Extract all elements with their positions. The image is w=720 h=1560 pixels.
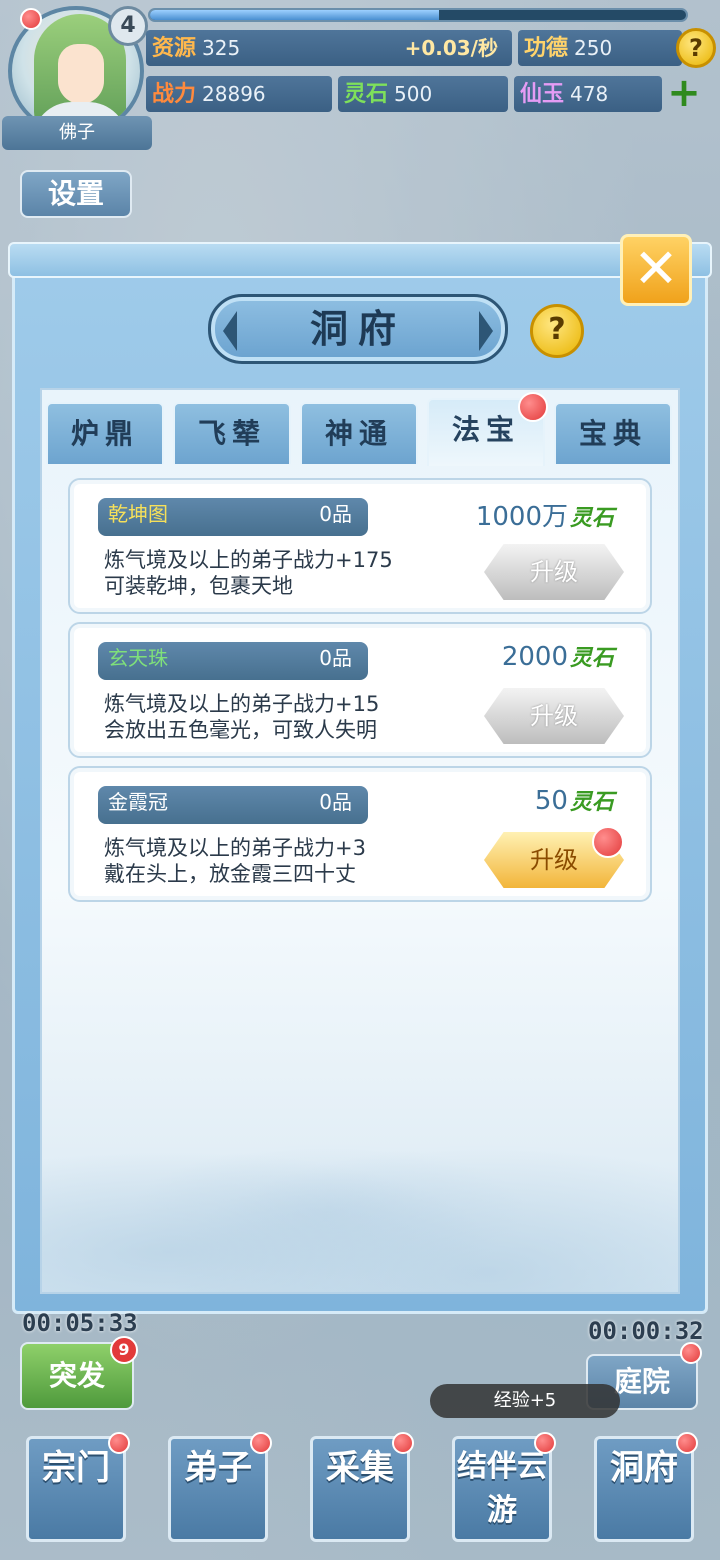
item-name-bar: 金霞冠 0品 bbox=[98, 786, 368, 824]
dialog-top-rail bbox=[8, 242, 712, 278]
item-name-bar: 玄天珠 0品 bbox=[98, 642, 368, 680]
item-description: 可装乾坤，包裹天地 bbox=[104, 574, 293, 598]
exp-bar bbox=[148, 8, 688, 22]
help-icon[interactable]: ? bbox=[676, 28, 716, 68]
courtyard-notification-dot bbox=[680, 1342, 702, 1364]
list-item: 乾坤图 0品 炼气境及以上的弟子战力+175 可装乾坤，包裹天地 1000万灵石… bbox=[68, 478, 652, 614]
top-hud: 4 佛子 资源 325 +0.03/秒 功德 250 ? 战力 28896 灵石 500… bbox=[0, 0, 720, 160]
close-button[interactable]: ✕ bbox=[620, 234, 692, 306]
spirit-stone-unit: 灵石 bbox=[569, 506, 614, 531]
dialog-tabs: 炉鼎 飞辇 神通 法宝 宝典 bbox=[46, 392, 672, 466]
player-name: 佛子 bbox=[2, 116, 152, 150]
item-grade: 0品 bbox=[319, 502, 352, 526]
power-value: 28896 bbox=[202, 82, 266, 106]
nav-travel-dot bbox=[534, 1432, 556, 1454]
merit-stat: 功德 250 bbox=[518, 30, 682, 66]
upgrade-button[interactable]: 升级 bbox=[484, 544, 624, 600]
cloud-decoration bbox=[42, 1092, 678, 1292]
nav-disciples-button[interactable]: 弟子 bbox=[168, 1436, 268, 1542]
tab-divine-power[interactable]: 神通 bbox=[300, 402, 418, 464]
list-item: 金霞冠 0品 炼气境及以上的弟子战力+3 戴在头上，放金霞三四十丈 50灵石 升… bbox=[68, 766, 652, 902]
tab-notification-dot bbox=[518, 392, 548, 422]
item-description: 会放出五色毫光，可致人失明 bbox=[104, 718, 377, 742]
exp-bar-fill bbox=[150, 10, 440, 20]
item-name-bar: 乾坤图 0品 bbox=[98, 498, 368, 536]
merit-value: 250 bbox=[574, 36, 613, 60]
jade-stat: 仙玉 478 bbox=[514, 76, 662, 112]
item-name: 金霞冠 bbox=[108, 790, 168, 814]
item-description: 戴在头上，放金霞三四十丈 bbox=[104, 862, 356, 886]
level-badge: 4 bbox=[108, 6, 148, 46]
upgrade-button[interactable]: 升级 bbox=[484, 688, 624, 744]
nav-disciples-dot bbox=[250, 1432, 272, 1454]
merit-label: 功德 bbox=[524, 36, 569, 61]
item-name: 玄天珠 bbox=[108, 646, 168, 670]
resources-stat: 资源 325 +0.03/秒 bbox=[146, 30, 512, 66]
nav-gather-button[interactable]: 采集 bbox=[310, 1436, 410, 1542]
resources-value: 325 bbox=[202, 36, 241, 60]
add-jade-plus-icon[interactable]: + bbox=[666, 73, 702, 113]
nav-sect-button[interactable]: 宗门 bbox=[26, 1436, 126, 1542]
power-stat: 战力 28896 bbox=[146, 76, 332, 112]
tab-flying-carriage[interactable]: 飞辇 bbox=[173, 402, 291, 464]
spirit-stone-unit: 灵石 bbox=[569, 790, 614, 815]
item-cost-value: 50 bbox=[534, 786, 568, 816]
upgrade-notification-dot bbox=[592, 826, 624, 858]
spirit-stone-value: 500 bbox=[394, 82, 433, 106]
item-grade: 0品 bbox=[319, 790, 352, 814]
item-cost-value: 2000 bbox=[501, 642, 568, 672]
nav-cave-mansion-button[interactable]: 洞府 bbox=[594, 1436, 694, 1542]
item-cost: 50灵石 bbox=[535, 784, 614, 820]
tab-treasure-book[interactable]: 宝典 bbox=[554, 402, 672, 464]
avatar-notification-dot bbox=[20, 8, 42, 30]
exp-toast: 经验+5 bbox=[430, 1384, 620, 1418]
jade-label: 仙玉 bbox=[520, 82, 565, 107]
nav-travel-button[interactable]: 结伴云游 bbox=[452, 1436, 552, 1542]
dialog-title: 洞府 bbox=[309, 306, 406, 351]
settings-button[interactable]: 设置 bbox=[20, 170, 132, 218]
jade-value: 478 bbox=[570, 82, 609, 106]
power-label: 战力 bbox=[152, 82, 197, 107]
nav-sect-dot bbox=[108, 1432, 130, 1454]
item-cost: 2000灵石 bbox=[502, 640, 614, 676]
spirit-stone-unit: 灵石 bbox=[569, 646, 614, 671]
dialog-title-plate: 洞府 bbox=[208, 294, 508, 364]
resources-rate: +0.03/秒 bbox=[404, 36, 498, 60]
dialog-help-icon[interactable]: ? bbox=[530, 304, 584, 358]
nav-cave-mansion-dot bbox=[676, 1432, 698, 1454]
item-name: 乾坤图 bbox=[108, 502, 168, 526]
list-item: 玄天珠 0品 炼气境及以上的弟子战力+15 会放出五色毫光，可致人失明 2000… bbox=[68, 622, 652, 758]
spirit-stone-stat: 灵石 500 bbox=[338, 76, 508, 112]
item-cost-value: 1000万 bbox=[475, 502, 568, 532]
nav-gather-dot bbox=[392, 1432, 414, 1454]
spirit-stone-label: 灵石 bbox=[344, 82, 389, 107]
item-grade: 0品 bbox=[319, 646, 352, 670]
item-cost: 1000万灵石 bbox=[476, 496, 614, 532]
resources-label: 资源 bbox=[152, 36, 197, 61]
left-timer: 00:05:33 bbox=[22, 1309, 138, 1337]
cave-mansion-dialog: 洞府 ? ✕ 炉鼎 飞辇 神通 法宝 宝典 乾坤图 0品 炼气境及以上的弟子战力… bbox=[8, 234, 712, 1314]
burst-count-badge: 9 bbox=[110, 1336, 138, 1364]
tab-furnace[interactable]: 炉鼎 bbox=[46, 402, 164, 464]
